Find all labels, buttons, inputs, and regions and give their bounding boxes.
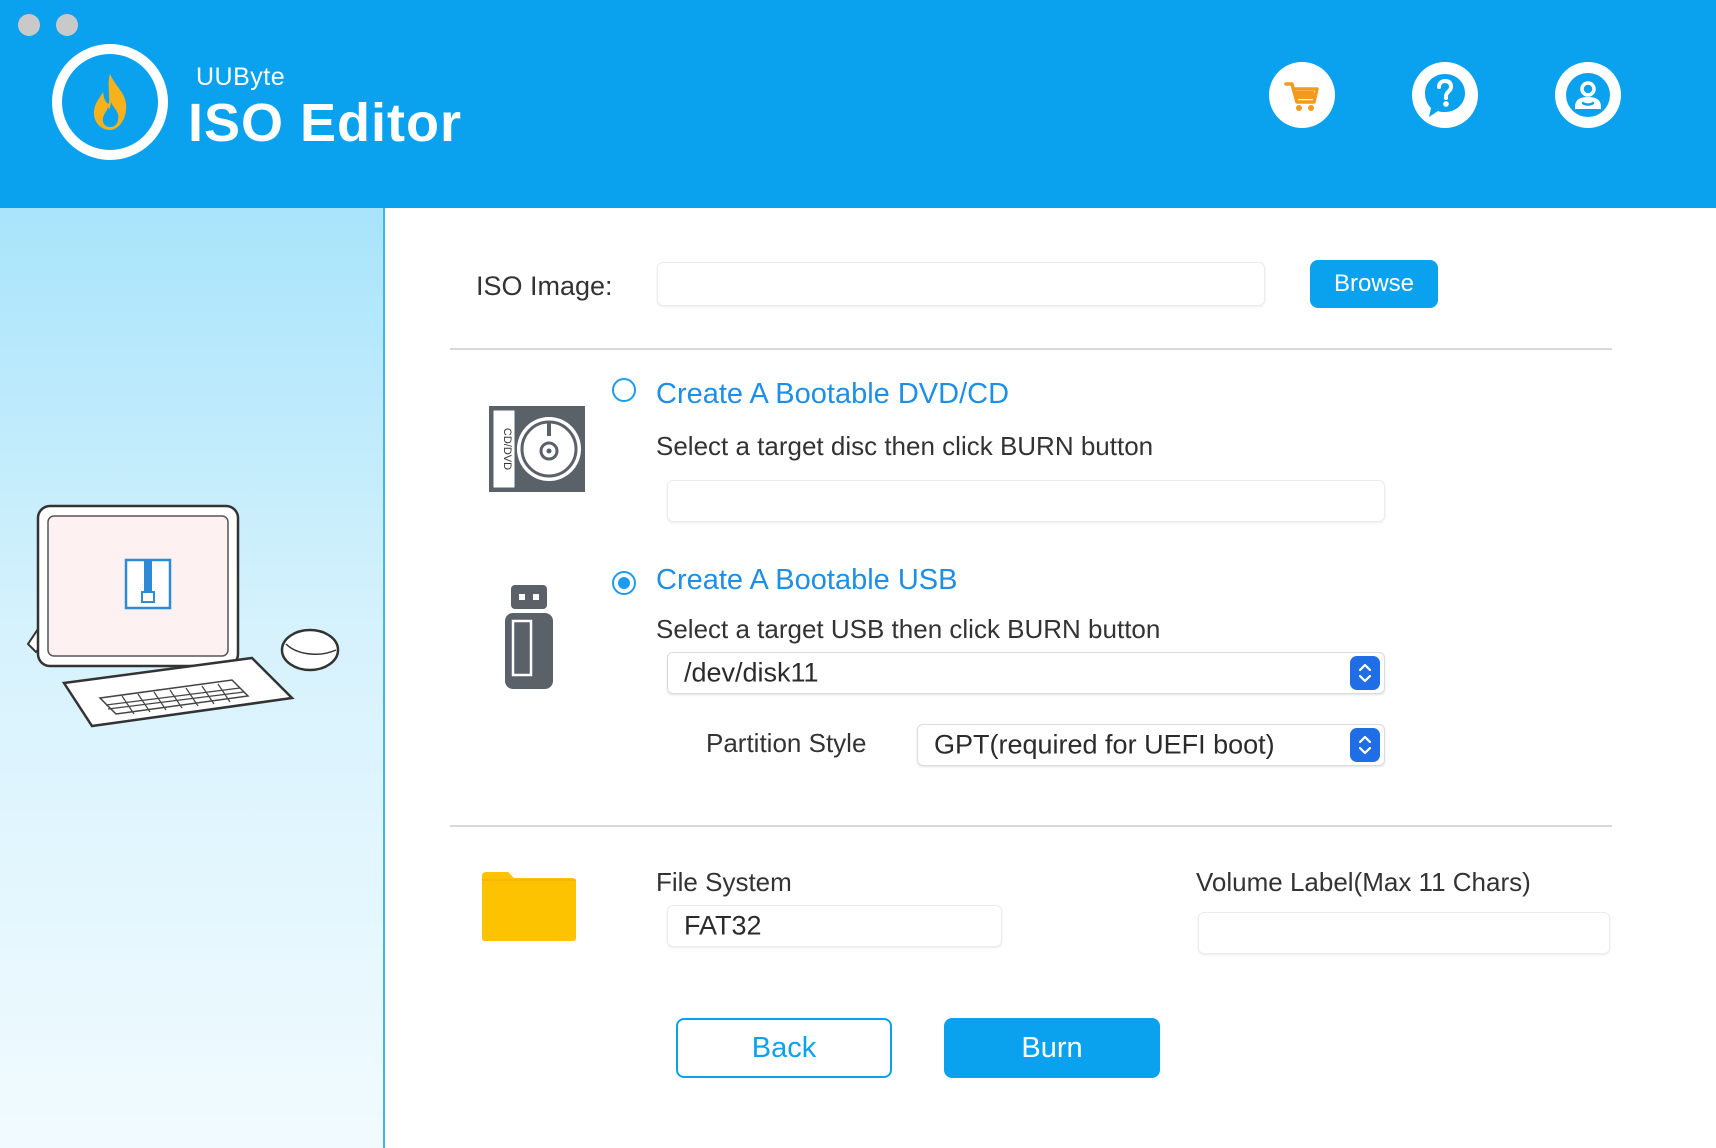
volume-label-field[interactable] [1198,912,1610,954]
help-icon [1425,74,1465,117]
computer-illustration [26,504,340,728]
back-button[interactable]: Back [676,1018,892,1078]
help-button[interactable] [1412,62,1478,128]
usb-device-stepper[interactable] [1350,656,1380,690]
dvd-instruction: Select a target disc then click BURN but… [656,431,1154,461]
flame-icon [72,64,148,140]
partition-style-select[interactable]: GPT(required for UEFI boot) [917,724,1385,766]
iso-image-label: ISO Image: [476,271,613,301]
partition-style-stepper[interactable] [1350,728,1380,762]
file-system-field[interactable]: FAT32 [667,905,1002,947]
sidebar [0,208,385,1148]
burn-button[interactable]: Burn [944,1018,1160,1078]
usb-drive-icon [505,585,553,689]
partition-style-label: Partition Style [706,728,867,758]
brand-subtitle: UUByte [196,63,286,91]
iso-image-field[interactable] [657,262,1265,306]
partition-style-value: GPT(required for UEFI boot) [934,729,1275,760]
app-header: UUByte ISO Editor [0,0,1716,208]
cd-dvd-icon: CD/DVD [489,406,585,492]
folder-icon [482,872,576,941]
target-disc-select[interactable] [667,480,1385,522]
chevron-up-down-icon [1358,663,1372,683]
window-close-button[interactable] [18,14,40,36]
cart-icon [1284,82,1319,111]
dvd-option-title[interactable]: Create A Bootable DVD/CD [656,378,1009,411]
divider [450,825,1612,827]
volume-label-label: Volume Label(Max 11 Chars) [1196,867,1531,897]
chevron-up-down-icon [1358,735,1372,755]
window-minimize-button[interactable] [56,14,78,36]
file-system-value: FAT32 [684,910,762,941]
usb-option-radio[interactable] [612,571,636,595]
usb-device-value: /dev/disk11 [684,657,819,688]
user-button[interactable] [1555,62,1621,128]
usb-device-select[interactable]: /dev/disk11 [667,652,1385,694]
cart-button[interactable] [1269,62,1335,128]
app-title: ISO Editor [188,93,463,153]
browse-button[interactable]: Browse [1310,260,1438,308]
file-system-label: File System [656,867,792,897]
dvd-option-radio[interactable] [612,378,636,402]
user-icon [1566,73,1610,117]
usb-instruction: Select a target USB then click BURN butt… [656,614,1161,644]
usb-option-title[interactable]: Create A Bootable USB [656,564,957,597]
divider [450,348,1612,350]
cd-dvd-icon-text: CD/DVD [501,428,513,470]
